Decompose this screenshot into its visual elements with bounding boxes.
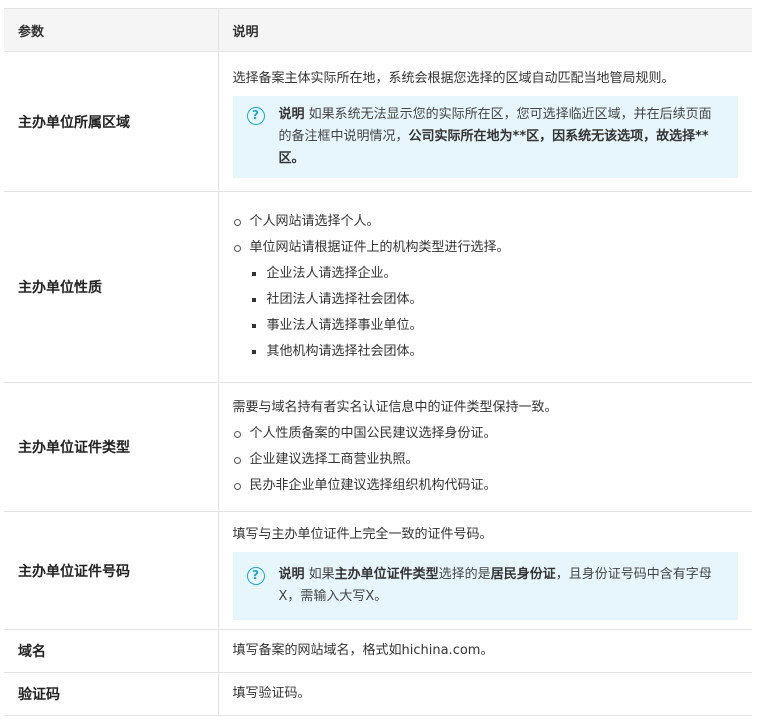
param-desc: 需要与域名持有者实名认证信息中的证件类型保持一致。 个人性质备案的中国公民建议选… xyxy=(217,382,752,512)
table-row: 域名 填写备案的网站域名，格式如hichina.com。 xyxy=(4,629,752,673)
note-label: 说明 xyxy=(278,106,305,122)
note-box: ? 说明 如果系统无法显示您的实际所在区，您可选择临近区域，并在后续页面的备注框… xyxy=(232,95,738,178)
bullet-list: 个人网站请选择个人。 单位网站请根据证件上的机构类型进行选择。 企业法人请选择企… xyxy=(233,209,739,365)
bullet-list: 个人性质备案的中国公民建议选择身份证。 企业建议选择工商营业执照。 民办非企业单… xyxy=(233,421,739,499)
note-bold-text: 主办单位证件类型 xyxy=(334,566,439,582)
header-desc: 说明 xyxy=(217,8,752,52)
sub-list-item: 企业法人请选择企业。 xyxy=(250,261,739,287)
note-box: ? 说明 如果主办单位证件类型选择的是居民身份证，且身份证号码中含有字母X，需输… xyxy=(232,551,738,620)
desc-text: 需要与域名持有者实名认证信息中的证件类型保持一致。 xyxy=(232,400,558,415)
list-item: 个人网站请选择个人。 xyxy=(233,209,739,235)
header-param: 参数 xyxy=(4,8,218,52)
param-name: 验证码 xyxy=(4,672,218,716)
param-name: 主办单位证件类型 xyxy=(4,382,218,512)
params-table: 参数 说明 主办单位所属区域 选择备案主体实际所在地，系统会根据您选择的区域自动… xyxy=(4,8,752,716)
param-desc: 填写验证码。 xyxy=(217,672,752,716)
table-row: 验证码 填写验证码。 xyxy=(4,672,752,716)
sub-list-item: 事业法人请选择事业单位。 xyxy=(250,313,739,339)
note-bold-text: 居民身份证 xyxy=(490,566,556,582)
table-header-row: 参数 说明 xyxy=(4,8,752,52)
table-row: 主办单位证件号码 填写与主办单位证件上完全一致的证件号码。 ? 说明 如果主办单… xyxy=(4,511,752,630)
param-desc: 选择备案主体实际所在地，系统会根据您选择的区域自动匹配当地管局规则。 ? 说明 … xyxy=(217,51,752,192)
param-name: 主办单位性质 xyxy=(4,191,218,383)
table-row: 主办单位性质 个人网站请选择个人。 单位网站请根据证件上的机构类型进行选择。 企… xyxy=(4,191,752,383)
note-text: 如果 xyxy=(304,566,335,582)
desc-text: 选择备案主体实际所在地，系统会根据您选择的区域自动匹配当地管局规则。 xyxy=(232,70,675,86)
note-label: 说明 xyxy=(278,566,305,582)
question-circle-icon: ? xyxy=(246,106,265,125)
param-name: 主办单位证件号码 xyxy=(4,511,218,630)
note-text: 选择的是 xyxy=(438,566,491,582)
sub-list-item: 社团法人请选择社会团体。 xyxy=(250,287,739,313)
list-item: 民办非企业单位建议选择组织机构代码证。 xyxy=(233,473,739,499)
param-name: 域名 xyxy=(4,629,218,673)
table-row: 主办单位所属区域 选择备案主体实际所在地，系统会根据您选择的区域自动匹配当地管局… xyxy=(4,51,752,192)
table-row: 主办单位证件类型 需要与域名持有者实名认证信息中的证件类型保持一致。 个人性质备… xyxy=(4,382,752,512)
param-desc: 个人网站请选择个人。 单位网站请根据证件上的机构类型进行选择。 企业法人请选择企… xyxy=(217,191,752,383)
param-desc: 填写与主办单位证件上完全一致的证件号码。 ? 说明 如果主办单位证件类型选择的是… xyxy=(217,511,752,630)
sub-bullet-list: 企业法人请选择企业。 社团法人请选择社会团体。 事业法人请选择事业单位。 其他机… xyxy=(250,261,739,365)
desc-text: 填写与主办单位证件上完全一致的证件号码。 xyxy=(232,526,493,542)
param-desc: 填写备案的网站域名，格式如hichina.com。 xyxy=(217,629,752,673)
sub-list-item: 其他机构请选择社会团体。 xyxy=(250,339,739,365)
list-item-text: 单位网站请根据证件上的机构类型进行选择。 xyxy=(249,240,510,255)
param-name: 主办单位所属区域 xyxy=(4,51,218,192)
list-item: 单位网站请根据证件上的机构类型进行选择。 企业法人请选择企业。 社团法人请选择社… xyxy=(233,235,739,365)
list-item: 企业建议选择工商营业执照。 xyxy=(233,447,739,473)
question-circle-icon: ? xyxy=(246,566,265,585)
list-item: 个人性质备案的中国公民建议选择身份证。 xyxy=(233,421,739,447)
